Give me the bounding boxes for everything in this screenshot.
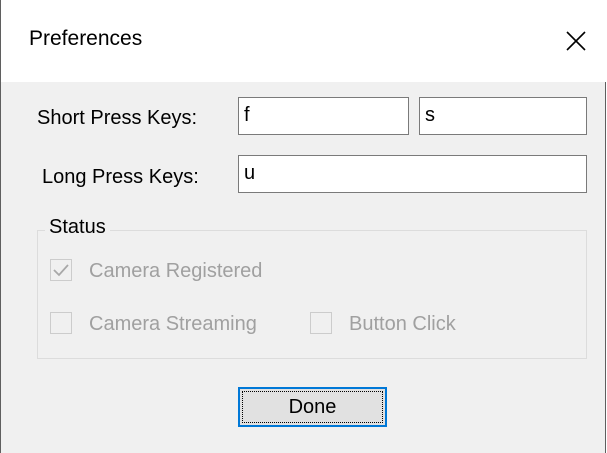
preferences-dialog: Preferences Short Press Keys: f s Long P… bbox=[0, 0, 606, 453]
short-press-key-field-1[interactable]: f bbox=[238, 97, 409, 135]
title-bar: Preferences bbox=[1, 0, 606, 82]
long-press-keys-label: Long Press Keys: bbox=[42, 166, 199, 188]
camera-registered-label: Camera Registered bbox=[89, 260, 263, 282]
close-icon bbox=[566, 31, 586, 51]
status-legend: Status bbox=[45, 216, 110, 239]
camera-registered-checkbox[interactable] bbox=[50, 259, 72, 281]
window-title: Preferences bbox=[29, 27, 143, 50]
long-press-key-field[interactable]: u bbox=[238, 155, 587, 193]
close-button[interactable] bbox=[546, 0, 606, 82]
checkmark-icon bbox=[53, 264, 69, 277]
short-press-keys-label: Short Press Keys: bbox=[37, 107, 198, 129]
button-click-label: Button Click bbox=[349, 313, 456, 335]
short-press-key-field-2[interactable]: s bbox=[419, 97, 587, 135]
done-button-label: Done bbox=[288, 395, 337, 418]
status-groupbox bbox=[37, 230, 587, 359]
done-button[interactable]: Done bbox=[238, 387, 387, 427]
camera-streaming-label: Camera Streaming bbox=[89, 313, 257, 335]
button-click-checkbox[interactable] bbox=[310, 312, 332, 334]
camera-streaming-checkbox[interactable] bbox=[50, 312, 72, 334]
